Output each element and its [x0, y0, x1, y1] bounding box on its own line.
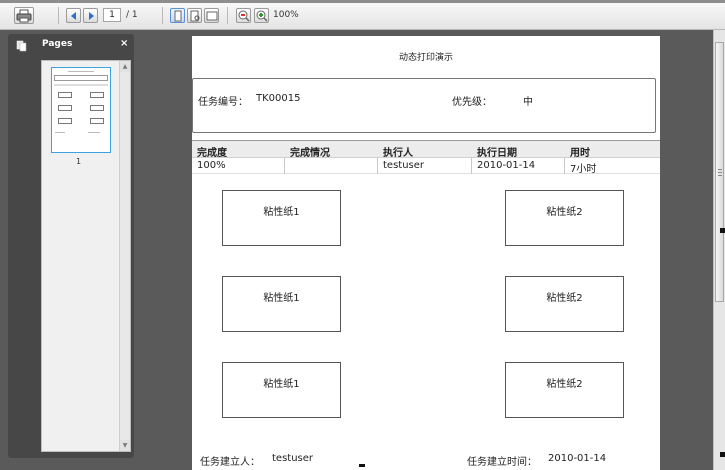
page-edge-marker: [720, 228, 725, 233]
page-edge-marker: [359, 464, 365, 467]
close-sidebar-button[interactable]: ×: [120, 38, 128, 49]
pages-sidebar: Pages × 1 ▲ ▼: [8, 34, 134, 458]
document-title: 动态打印演示: [398, 53, 453, 63]
cell-completion: 100%: [197, 160, 226, 171]
thumbnail-page-number: 1: [76, 157, 82, 166]
previous-page-button[interactable]: [66, 8, 81, 23]
sticky-note: 粘性纸2: [505, 362, 624, 418]
scrollbar-thumb[interactable]: [715, 42, 724, 302]
table-row: 100% testuser 2010-01-14 7小时: [192, 158, 660, 175]
creator-label: 任务建立人：: [200, 457, 260, 468]
page-thumbnail[interactable]: [51, 67, 111, 153]
cell-executor: testuser: [383, 160, 425, 171]
cell-duration: 7小时: [570, 164, 597, 175]
column-header-executor: 执行人: [383, 148, 413, 159]
sticky-note-label: 粘性纸2: [546, 207, 583, 218]
cell-divider: [471, 158, 472, 174]
zoom-level: 100%: [273, 10, 299, 20]
sticky-note: 粘性纸1: [222, 276, 341, 332]
created-time-label: 任务建立时间：: [467, 457, 537, 468]
sticky-note: 粘性纸2: [505, 276, 624, 332]
task-number-value: TK00015: [256, 93, 301, 104]
cell-divider: [284, 158, 285, 174]
sticky-note-label: 粘性纸1: [263, 293, 300, 304]
page-count: / 1: [126, 10, 138, 20]
creator-value: testuser: [272, 453, 314, 464]
sidebar-scrollbar[interactable]: ▲ ▼: [119, 61, 130, 451]
created-time-value: 2010-01-14: [548, 453, 607, 464]
page-zoom-icon: [190, 10, 200, 22]
toolbar-separator: [227, 7, 228, 24]
toolbar: / 1: [0, 0, 725, 30]
arrow-left-icon: [71, 12, 76, 20]
document-page: 动态打印演示 任务编号： TK00015 优先级： 中 完成度 完成情况 执行人…: [192, 36, 660, 470]
cell-divider: [564, 158, 565, 174]
page-number-input[interactable]: [103, 8, 121, 22]
sticky-note: 粘性纸2: [505, 190, 624, 246]
sidebar-title: Pages: [42, 39, 73, 49]
document-viewport[interactable]: 动态打印演示 任务编号： TK00015 优先级： 中 完成度 完成情况 执行人…: [136, 30, 713, 470]
sticky-note: 粘性纸1: [222, 362, 341, 418]
column-header-duration: 用时: [570, 148, 590, 159]
printer-icon: [16, 9, 32, 23]
sticky-note-label: 粘性纸1: [263, 379, 300, 390]
pdf-viewer-app: / 1: [0, 0, 725, 470]
column-header-status: 完成情况: [290, 148, 330, 159]
window-top-border: [0, 0, 725, 3]
table-header: 完成度 完成情况 执行人 执行日期 用时: [192, 140, 660, 159]
next-page-button[interactable]: [83, 8, 98, 23]
page-fit-icon: [206, 11, 218, 21]
zoom-out-icon: [238, 10, 250, 22]
page-edge-marker: [720, 452, 725, 457]
scroll-grip: [718, 172, 722, 173]
priority-label: 优先级：: [452, 97, 492, 108]
toolbar-separator: [58, 7, 59, 24]
scroll-up-arrow-icon[interactable]: ▲: [120, 61, 130, 72]
column-header-date: 执行日期: [477, 148, 517, 159]
sticky-note-label: 粘性纸2: [546, 293, 583, 304]
print-button[interactable]: [14, 7, 34, 24]
fit-page-button[interactable]: [204, 8, 219, 23]
scroll-grip: [718, 169, 722, 170]
zoom-in-icon: [256, 10, 268, 22]
sidebar-header: Pages ×: [8, 34, 134, 58]
task-info-box: 任务编号： TK00015 优先级： 中: [192, 78, 656, 133]
scroll-down-arrow-icon[interactable]: ▼: [120, 440, 130, 451]
arrow-right-icon: [89, 12, 94, 20]
zoom-in-button[interactable]: [254, 8, 269, 23]
column-header-completion: 完成度: [197, 148, 227, 159]
task-number-label: 任务编号：: [198, 97, 248, 108]
sticky-note-label: 粘性纸1: [263, 207, 300, 218]
thumbnail-panel: 1 ▲ ▼: [41, 60, 131, 452]
scroll-grip: [718, 175, 722, 176]
document-scrollbar[interactable]: [713, 30, 725, 470]
zoom-out-button[interactable]: [236, 8, 251, 23]
page-icon: [174, 10, 182, 22]
pages-icon: [16, 40, 27, 52]
fit-width-button[interactable]: [187, 8, 202, 23]
toolbar-separator: [162, 7, 163, 24]
sticky-note: 粘性纸1: [222, 190, 341, 246]
cell-date: 2010-01-14: [477, 160, 536, 171]
priority-value: 中: [523, 97, 533, 108]
single-page-view-button[interactable]: [170, 8, 185, 23]
cell-divider: [377, 158, 378, 174]
sticky-note-label: 粘性纸2: [546, 379, 583, 390]
